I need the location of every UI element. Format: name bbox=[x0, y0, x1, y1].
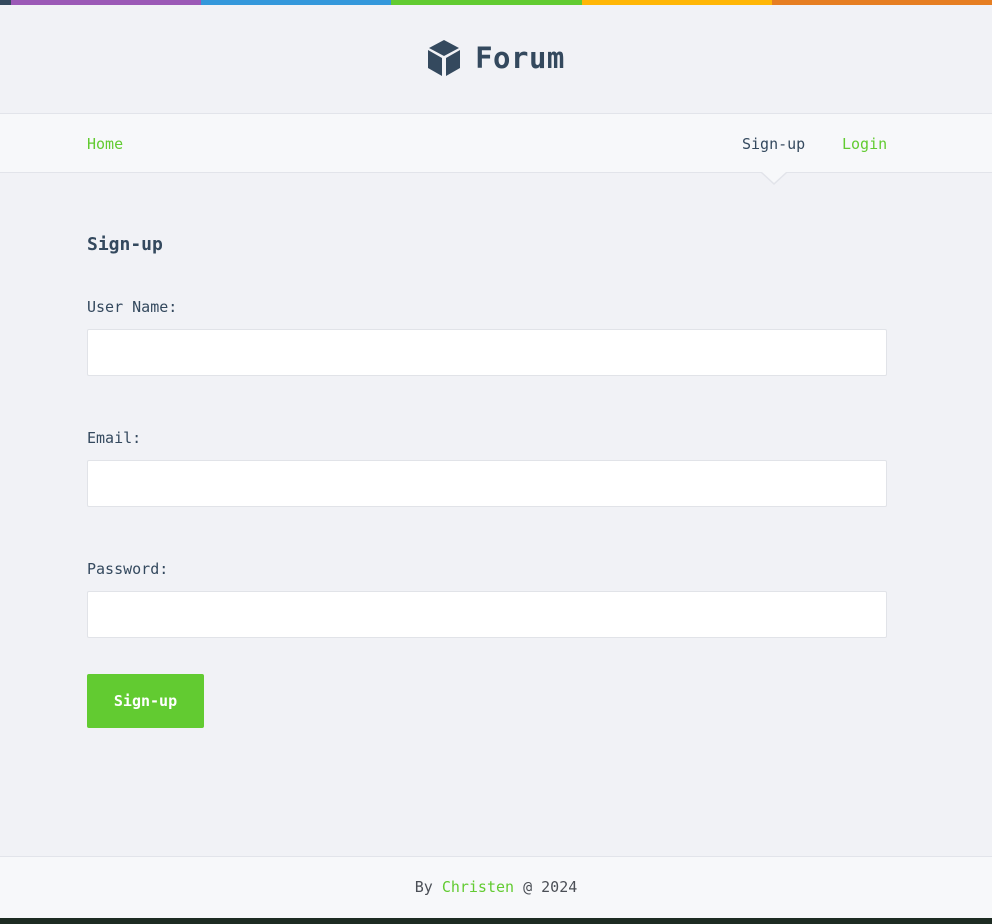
email-label: Email: bbox=[87, 429, 142, 447]
brand[interactable]: Forum bbox=[427, 39, 565, 77]
username-input[interactable] bbox=[87, 329, 887, 376]
page-title: Sign-up bbox=[87, 234, 163, 255]
email-input[interactable] bbox=[87, 460, 887, 507]
site-title: Forum bbox=[475, 41, 565, 75]
nav-signup-link[interactable]: Sign-up bbox=[742, 114, 805, 172]
site-footer: By Christen @ 2024 bbox=[0, 856, 992, 918]
active-nav-indicator bbox=[762, 172, 786, 183]
cube-icon bbox=[427, 39, 461, 77]
footer-author-link[interactable]: Christen bbox=[442, 878, 514, 896]
footer-prefix: By bbox=[414, 878, 433, 896]
nav-login-link[interactable]: Login bbox=[842, 114, 887, 172]
signup-button[interactable]: Sign-up bbox=[87, 674, 204, 728]
password-label: Password: bbox=[87, 560, 169, 578]
footer-suffix: @ 2024 bbox=[523, 878, 578, 896]
main-nav: Home Sign-up Login bbox=[0, 113, 992, 173]
site-header: Forum bbox=[0, 5, 992, 113]
password-input[interactable] bbox=[87, 591, 887, 638]
username-label: User Name: bbox=[87, 298, 178, 316]
nav-home-link[interactable]: Home bbox=[87, 114, 123, 172]
bottom-edge bbox=[0, 918, 992, 924]
